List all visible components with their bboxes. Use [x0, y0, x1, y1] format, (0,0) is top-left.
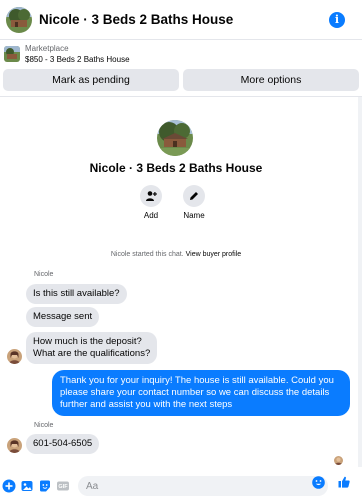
sender-name: Nicole [34, 422, 54, 429]
message-bubble[interactable]: 601-504-6505 [26, 434, 100, 454]
outgoing-message-bubble[interactable]: Thank you for your inquiry! The house is… [52, 370, 350, 416]
name-action[interactable]: Name [183, 185, 205, 220]
add-action[interactable]: Add [140, 185, 162, 220]
profile-name: Nicole · 3 Beds 2 Baths House [89, 161, 263, 175]
marketplace-listing[interactable]: Marketplace $850 - 3 Beds 2 Baths House [0, 40, 362, 68]
listing-price-title: $850 - 3 Beds 2 Baths House [25, 55, 130, 64]
scrollbar[interactable] [358, 97, 362, 467]
info-icon[interactable]: i [329, 11, 345, 28]
more-options-button[interactable]: More options [183, 69, 359, 91]
chat-title: Nicole · 3 Beds 2 Baths House [39, 12, 234, 27]
message-input[interactable] [78, 476, 328, 496]
plus-icon[interactable] [2, 479, 16, 493]
add-label: Add [143, 211, 159, 220]
message-line: What are the qualifications? [33, 348, 151, 359]
like-icon[interactable] [337, 475, 351, 489]
profile-avatar[interactable] [157, 120, 193, 156]
view-buyer-profile-link[interactable]: View buyer profile [186, 251, 242, 258]
listing-actions: Mark as pending More options [3, 69, 359, 91]
system-message: Nicole started this chat. View buyer pro… [0, 251, 352, 258]
listing-thumbnail[interactable] [6, 6, 32, 33]
message-composer: GIF [0, 472, 362, 500]
sender-name: Nicole [34, 271, 54, 278]
svg-text:GIF: GIF [58, 484, 68, 490]
listing-thumbnail-small [4, 46, 20, 62]
profile-actions: Add Name [140, 185, 205, 220]
divider [0, 96, 362, 97]
message-line: How much is the deposit? [33, 336, 142, 347]
gif-icon[interactable]: GIF [56, 479, 70, 493]
message-bubble[interactable]: Message sent [26, 307, 100, 327]
add-person-icon[interactable] [140, 185, 162, 207]
message-bubble[interactable]: How much is the deposit? What are the qu… [26, 332, 158, 364]
mark-as-pending-button[interactable]: Mark as pending [3, 69, 179, 91]
read-receipt-avatar [334, 456, 343, 465]
name-label: Name [183, 211, 205, 220]
emoji-icon[interactable] [312, 476, 325, 489]
message-bubble[interactable]: Is this still available? [26, 284, 127, 304]
sender-avatar [7, 349, 22, 364]
system-text: Nicole started this chat. [110, 251, 184, 258]
marketplace-label: Marketplace [25, 44, 69, 53]
sender-avatar [7, 438, 22, 453]
pencil-icon[interactable] [183, 185, 205, 207]
chat-header: Nicole · 3 Beds 2 Baths House i [0, 0, 362, 40]
sticker-icon[interactable] [38, 479, 52, 493]
photo-icon[interactable] [20, 479, 34, 493]
